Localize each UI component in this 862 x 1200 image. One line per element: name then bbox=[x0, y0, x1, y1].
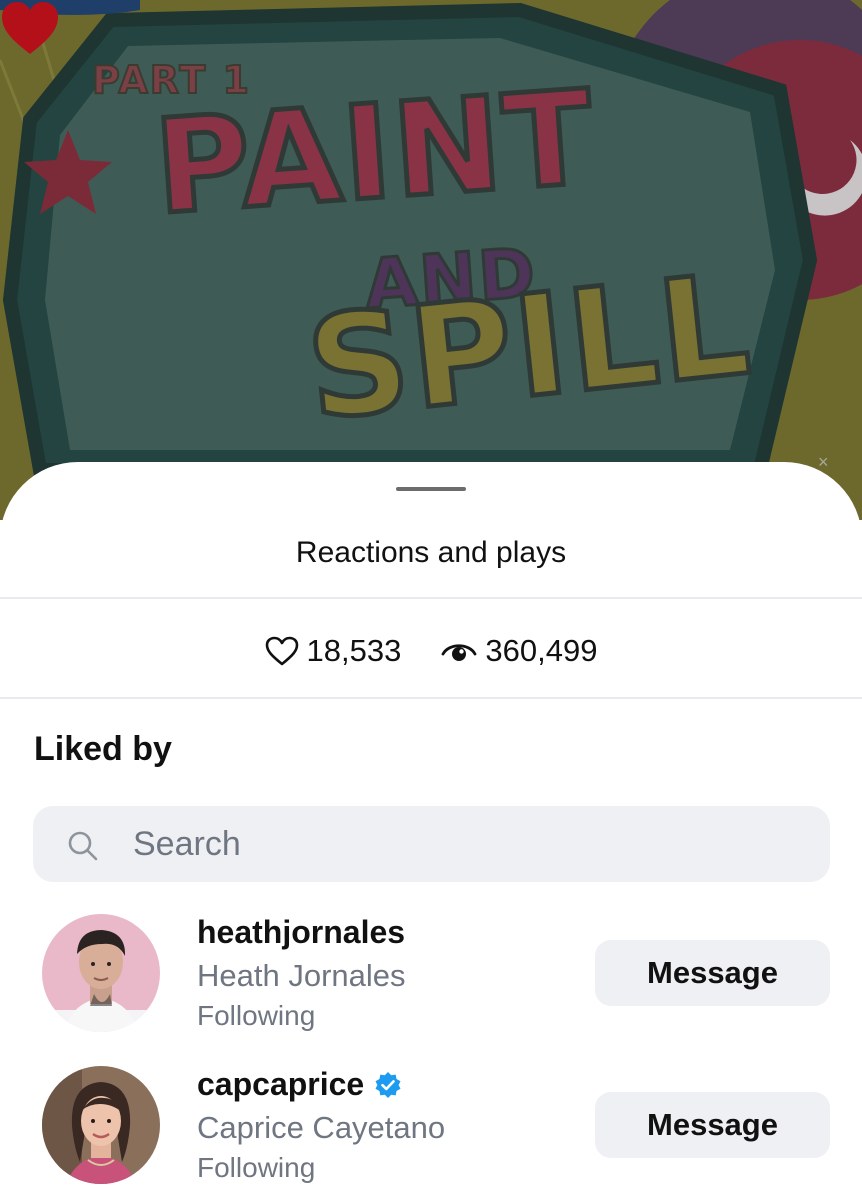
search-icon bbox=[68, 831, 98, 861]
stats-row: 18,533 360,499 bbox=[0, 628, 862, 674]
artwork-paint-word: PAINT bbox=[148, 59, 602, 246]
heart-outline-icon bbox=[265, 636, 298, 666]
full-name: Caprice Cayetano bbox=[197, 1110, 446, 1145]
likes-count: 18,533 bbox=[306, 633, 402, 668]
reactions-bottom-sheet: Reactions and plays 18,533 360,499 Liked… bbox=[0, 462, 862, 1200]
divider bbox=[0, 697, 862, 699]
message-button[interactable]: Message bbox=[595, 1092, 830, 1158]
username-line: capcaprice bbox=[197, 1066, 402, 1103]
message-button[interactable]: Message bbox=[595, 940, 830, 1006]
username[interactable]: heathjornales bbox=[197, 914, 405, 951]
user-list-item[interactable]: heathjornales Heath Jornales Following M… bbox=[0, 912, 862, 1042]
liked-by-heading: Liked by bbox=[34, 730, 172, 768]
sheet-title: Reactions and plays bbox=[295, 536, 567, 569]
full-name: Heath Jornales bbox=[197, 958, 406, 993]
divider bbox=[0, 597, 862, 599]
user-list-item[interactable]: capcaprice Caprice Cayetano Following Me… bbox=[0, 1064, 862, 1194]
sheet-drag-handle[interactable] bbox=[396, 487, 466, 491]
search-input[interactable] bbox=[133, 806, 793, 882]
avatar[interactable] bbox=[42, 1066, 160, 1184]
username-line: heathjornales bbox=[197, 914, 405, 951]
follow-status: Following bbox=[197, 1152, 316, 1183]
verified-badge-icon bbox=[375, 1071, 401, 1098]
search-bar[interactable] bbox=[33, 806, 830, 882]
avatar[interactable] bbox=[42, 914, 160, 1032]
heart-filled-icon[interactable] bbox=[0, 0, 60, 56]
username[interactable]: capcaprice bbox=[197, 1066, 364, 1103]
post-artwork-background: PART 1 PAINT AND SPILL × bbox=[0, 0, 862, 520]
follow-status: Following bbox=[197, 1000, 316, 1031]
plays-count: 360,499 bbox=[485, 633, 598, 668]
plays-stat[interactable]: 360,499 bbox=[441, 633, 597, 669]
eye-icon bbox=[441, 644, 477, 661]
likes-stat[interactable]: 18,533 bbox=[265, 633, 402, 669]
